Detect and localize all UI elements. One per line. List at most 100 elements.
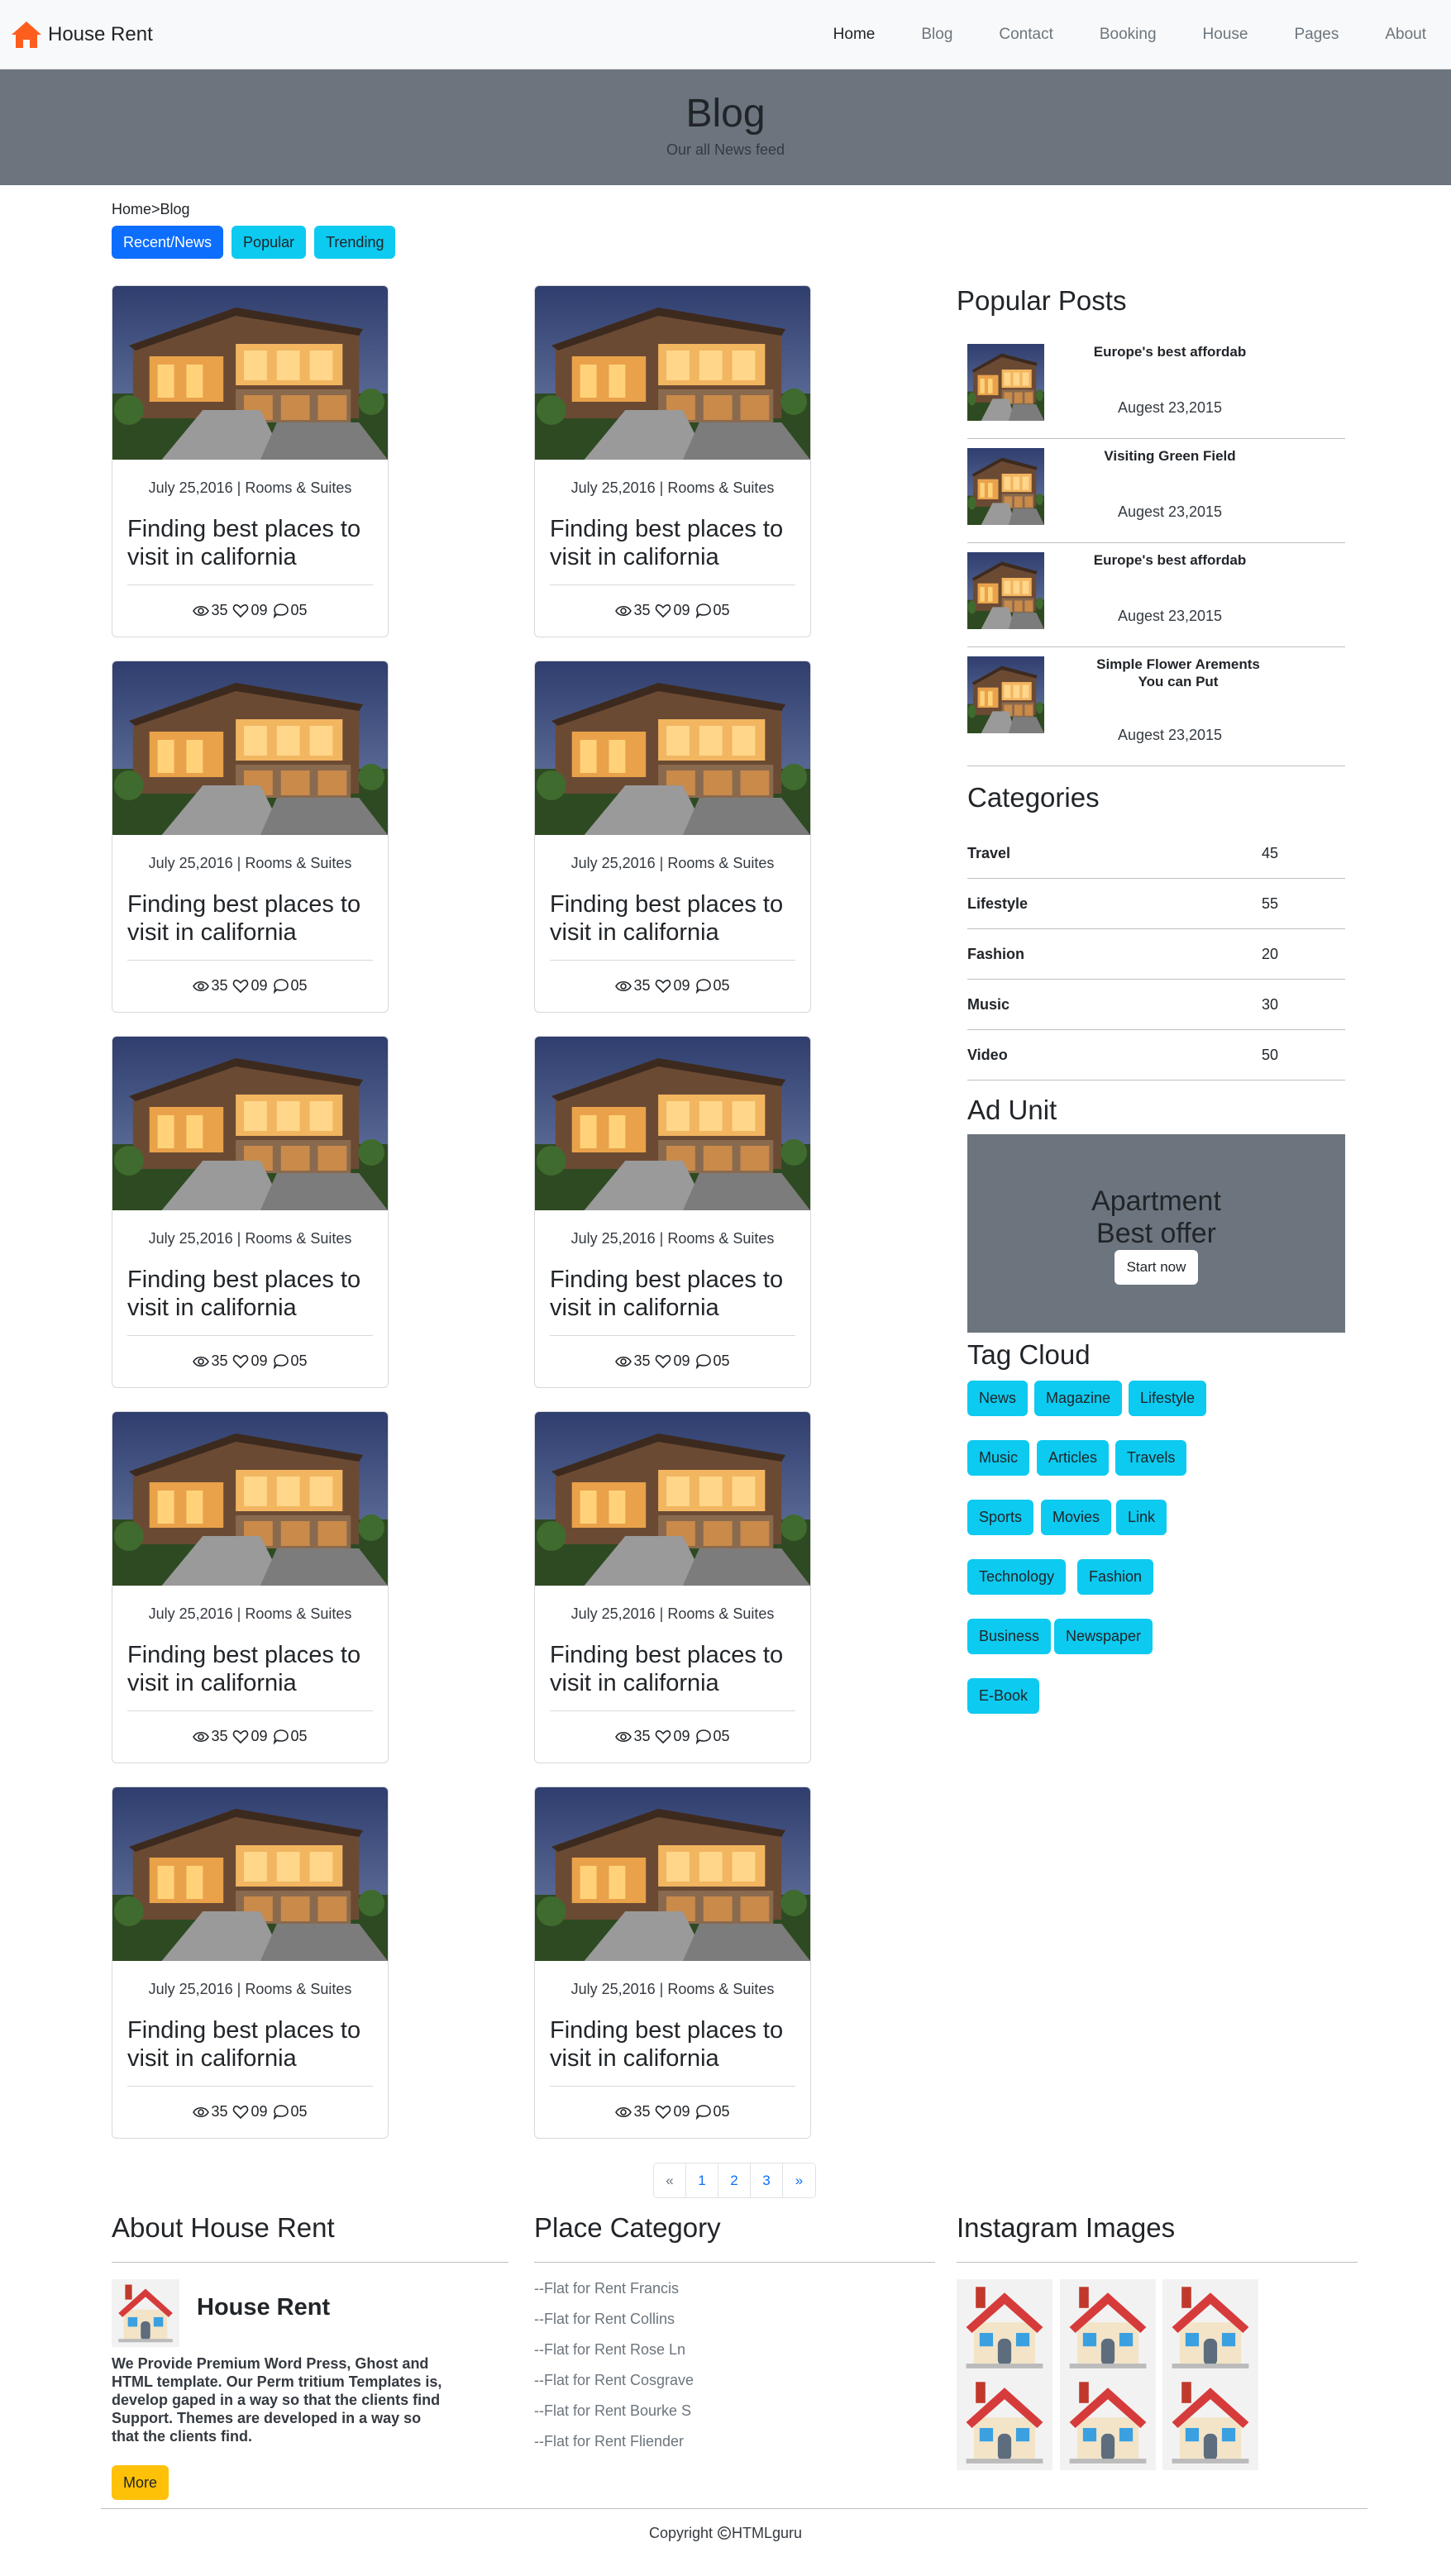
category-name[interactable]: Music <box>967 996 1009 1014</box>
category-name[interactable]: Video <box>967 1047 1008 1064</box>
place-link[interactable]: --Flat for Rent Bourke S <box>534 2402 691 2420</box>
category-name[interactable]: Travel <box>967 845 1010 862</box>
breadcrumb-home[interactable]: Home <box>112 201 151 218</box>
tag-technology[interactable]: Technology <box>967 1559 1067 1595</box>
tag-newspaper[interactable]: Newspaper <box>1054 1619 1153 1654</box>
post-thumbnail[interactable] <box>967 344 1044 421</box>
comments-stat[interactable]: 05 <box>695 977 730 995</box>
comments-stat[interactable]: 05 <box>695 2103 730 2120</box>
house-photo[interactable] <box>112 1412 388 1586</box>
house-photo[interactable] <box>112 1787 388 1961</box>
category-row[interactable]: Video 50 <box>967 1030 1345 1080</box>
tag-articles[interactable]: Articles <box>1037 1440 1110 1476</box>
card-title[interactable]: Finding best places to visit in californ… <box>550 890 795 947</box>
tag-news[interactable]: News <box>967 1381 1029 1416</box>
category-name[interactable]: Lifestyle <box>967 895 1028 913</box>
category-row[interactable]: Lifestyle 55 <box>967 879 1345 929</box>
card-title[interactable]: Finding best places to visit in californ… <box>127 515 373 571</box>
blog-card[interactable]: July 25,2016 | Rooms & Suites Finding be… <box>112 1411 389 1763</box>
filter-trending-button[interactable]: Trending <box>314 226 396 259</box>
card-title[interactable]: Finding best places to visit in californ… <box>127 1266 373 1322</box>
likes-stat[interactable]: 09 <box>655 977 690 995</box>
card-title[interactable]: Finding best places to visit in californ… <box>550 515 795 571</box>
likes-stat[interactable]: 09 <box>655 602 690 619</box>
tag-magazine[interactable]: Magazine <box>1034 1381 1123 1416</box>
tag-travels[interactable]: Travels <box>1115 1440 1187 1476</box>
likes-stat[interactable]: 09 <box>655 2103 690 2120</box>
blog-card[interactable]: July 25,2016 | Rooms & Suites Finding be… <box>112 1787 389 2139</box>
card-title[interactable]: Finding best places to visit in californ… <box>550 2016 795 2073</box>
house-photo[interactable] <box>112 661 388 835</box>
tag-lifestyle[interactable]: Lifestyle <box>1129 1381 1207 1416</box>
card-title[interactable]: Finding best places to visit in californ… <box>127 890 373 947</box>
card-title[interactable]: Finding best places to visit in californ… <box>550 1641 795 1697</box>
page-3[interactable]: 3 <box>751 2163 783 2197</box>
page-prev[interactable]: « <box>654 2163 686 2197</box>
likes-stat[interactable]: 09 <box>655 1352 690 1370</box>
house-photo[interactable] <box>535 286 810 460</box>
popular-post-title[interactable]: Simple Flower Arements You can Put <box>1095 656 1261 690</box>
page-2[interactable]: 2 <box>718 2163 751 2197</box>
popular-post[interactable]: Simple Flower Arements You can Put Auges… <box>967 647 1345 766</box>
instagram-image[interactable] <box>1162 2374 1258 2470</box>
blog-card[interactable]: July 25,2016 | Rooms & Suites Finding be… <box>534 661 811 1013</box>
brand[interactable]: House Rent <box>10 18 153 51</box>
copyright-brand[interactable]: HTMLguru <box>732 2525 802 2541</box>
likes-stat[interactable]: 09 <box>232 1352 268 1370</box>
category-row[interactable]: Music 30 <box>967 980 1345 1030</box>
filter-popular-button[interactable]: Popular <box>231 226 307 259</box>
comments-stat[interactable]: 05 <box>273 602 308 619</box>
blog-card[interactable]: July 25,2016 | Rooms & Suites Finding be… <box>534 1787 811 2139</box>
card-title[interactable]: Finding best places to visit in californ… <box>550 1266 795 1322</box>
nav-house[interactable]: House <box>1180 26 1272 44</box>
blog-card[interactable]: July 25,2016 | Rooms & Suites Finding be… <box>112 661 389 1013</box>
popular-post-title[interactable]: Visiting Green Field <box>1079 447 1261 465</box>
nav-blog[interactable]: Blog <box>898 26 976 44</box>
likes-stat[interactable]: 09 <box>655 1728 690 1745</box>
comments-stat[interactable]: 05 <box>695 1728 730 1745</box>
filter-recent-button[interactable]: Recent/News <box>112 226 224 259</box>
category-row[interactable]: Travel 45 <box>967 828 1345 879</box>
popular-post[interactable]: Europe's best affordab Augest 23,2015 <box>967 335 1345 439</box>
start-now-button[interactable]: Start now <box>1114 1250 1199 1285</box>
house-photo[interactable] <box>112 286 388 460</box>
instagram-image[interactable] <box>1162 2279 1258 2375</box>
likes-stat[interactable]: 09 <box>232 977 268 995</box>
place-link[interactable]: --Flat for Rent Fliender <box>534 2433 684 2450</box>
post-thumbnail[interactable] <box>967 656 1044 733</box>
house-photo[interactable] <box>535 1412 810 1586</box>
blog-card[interactable]: July 25,2016 | Rooms & Suites Finding be… <box>534 285 811 637</box>
nav-home[interactable]: Home <box>810 26 899 44</box>
card-title[interactable]: Finding best places to visit in californ… <box>127 1641 373 1697</box>
likes-stat[interactable]: 09 <box>232 2103 268 2120</box>
instagram-image[interactable] <box>1060 2279 1156 2375</box>
category-name[interactable]: Fashion <box>967 946 1024 963</box>
place-link[interactable]: --Flat for Rent Cosgrave <box>534 2372 694 2389</box>
comments-stat[interactable]: 05 <box>273 1728 308 1745</box>
tag-link[interactable]: Link <box>1116 1500 1167 1535</box>
nav-booking[interactable]: Booking <box>1076 26 1180 44</box>
place-link[interactable]: --Flat for Rent Francis <box>534 2280 679 2297</box>
page-1[interactable]: 1 <box>686 2163 718 2197</box>
instagram-image[interactable] <box>957 2374 1052 2470</box>
tag-business[interactable]: Business <box>967 1619 1052 1654</box>
tag-ebook[interactable]: E-Book <box>967 1678 1040 1714</box>
tag-fashion[interactable]: Fashion <box>1077 1559 1154 1595</box>
comments-stat[interactable]: 05 <box>273 1352 308 1370</box>
comments-stat[interactable]: 05 <box>695 1352 730 1370</box>
place-link[interactable]: --Flat for Rent Collins <box>534 2311 675 2328</box>
category-row[interactable]: Fashion 20 <box>967 929 1345 980</box>
post-thumbnail[interactable] <box>967 552 1044 629</box>
popular-post[interactable]: Europe's best affordab Augest 23,2015 <box>967 543 1345 647</box>
blog-card[interactable]: July 25,2016 | Rooms & Suites Finding be… <box>534 1036 811 1388</box>
comments-stat[interactable]: 05 <box>273 977 308 995</box>
house-photo[interactable] <box>112 1037 388 1210</box>
nav-pages[interactable]: Pages <box>1271 26 1362 44</box>
popular-post[interactable]: Visiting Green Field Augest 23,2015 <box>967 439 1345 543</box>
more-button[interactable]: More <box>112 2465 169 2500</box>
popular-post-title[interactable]: Europe's best affordab <box>1079 343 1261 360</box>
house-photo[interactable] <box>535 1787 810 1961</box>
instagram-image[interactable] <box>1060 2374 1156 2470</box>
tag-movies[interactable]: Movies <box>1041 1500 1112 1535</box>
place-link[interactable]: --Flat for Rent Rose Ln <box>534 2341 685 2359</box>
